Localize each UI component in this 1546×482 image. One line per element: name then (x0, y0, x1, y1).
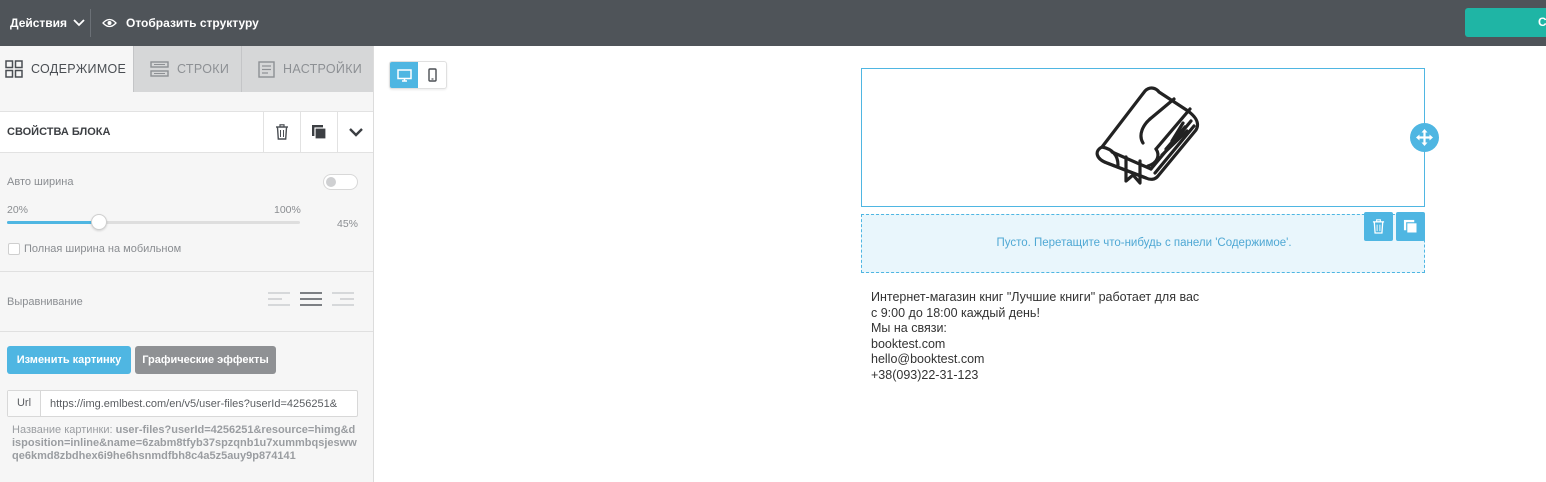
align-left-icon[interactable] (268, 292, 290, 311)
empty-drop-message: Пусто. Перетащите что-нибудь с панели 'С… (996, 237, 1292, 249)
info-line: Мы на связи: (871, 321, 947, 335)
actions-label: Действия (10, 16, 68, 30)
duplicate-row-button[interactable] (1396, 212, 1425, 241)
alignment-options (268, 292, 364, 311)
book-icon (1095, 86, 1200, 185)
info-line: Интернет-магазин книг "Лучшие книги" раб… (871, 290, 1200, 304)
image-name-label: Название картинки: (12, 424, 113, 436)
auto-width-label: Авто ширина (7, 176, 74, 188)
url-field-group: Url (7, 390, 358, 417)
tab-settings[interactable]: НАСТРОЙКИ (242, 46, 373, 92)
slider-min-label: 20% (7, 204, 29, 216)
chevron-down-icon (349, 127, 363, 137)
slider-value: 45% (337, 218, 359, 230)
divider (0, 331, 373, 332)
width-slider[interactable] (7, 214, 300, 230)
info-line: hello@booktest.com (871, 352, 985, 366)
tab-rows-label: СТРОКИ (177, 62, 230, 76)
image-name: Название картинки: user-files?userId=425… (12, 424, 357, 463)
block-properties-header: СВОЙСТВА БЛОКА (0, 111, 373, 153)
copy-icon (1403, 219, 1418, 234)
tab-content[interactable]: СОДЕРЖИМОЕ (0, 46, 133, 92)
desktop-icon (396, 68, 412, 82)
save-label: Сохранить (1538, 15, 1546, 29)
settings-doc-icon (258, 60, 275, 78)
grid-icon (5, 60, 23, 78)
trash-icon (1372, 219, 1385, 234)
eye-icon (102, 18, 117, 28)
image-block[interactable] (861, 68, 1425, 207)
device-switcher (389, 61, 447, 89)
align-right-icon[interactable] (332, 292, 354, 311)
trash-icon (276, 124, 288, 140)
move-arrows-icon (1416, 129, 1433, 146)
align-center-icon[interactable] (300, 292, 322, 311)
panel-tabs: СОДЕРЖИМОЕ СТРОКИ НАСТРОЙКИ (0, 46, 373, 92)
mobile-icon (427, 68, 437, 82)
save-button[interactable]: Сохранить (1465, 8, 1546, 37)
slider-handle[interactable] (91, 214, 107, 230)
left-panel: СОДЕРЖИМОЕ СТРОКИ НАСТРОЙКИ СВОЙСТВА БЛО… (0, 46, 374, 482)
show-structure-button[interactable]: Отобразить структуру (102, 0, 259, 46)
info-line: booktest.com (871, 336, 946, 351)
image-effects-button[interactable]: Графические эффекты (135, 346, 276, 374)
move-block-handle[interactable] (1410, 123, 1439, 152)
tab-settings-label: НАСТРОЙКИ (283, 62, 363, 76)
mobile-view-button[interactable] (418, 62, 446, 88)
empty-drop-zone[interactable]: Пусто. Перетащите что-нибудь с панели 'С… (861, 214, 1425, 273)
url-label: Url (8, 391, 41, 416)
store-info-text: Интернет-магазин книг "Лучшие книги" раб… (871, 290, 1199, 383)
slider-max-label: 100% (274, 204, 301, 216)
auto-width-toggle[interactable] (323, 174, 358, 190)
top-toolbar: Действия Отобразить структуру Сохранить (0, 0, 1546, 46)
actions-menu[interactable]: Действия (10, 0, 85, 46)
divider (0, 271, 373, 272)
toolbar-divider (90, 9, 91, 37)
chevron-down-icon (73, 19, 85, 27)
toggle-knob (326, 177, 336, 187)
rows-icon (150, 61, 169, 77)
info-line: с 9:00 до 18:00 каждый день! (871, 305, 1040, 320)
alignment-label: Выравнивание (7, 296, 83, 308)
change-image-button[interactable]: Изменить картинку (7, 346, 131, 374)
copy-icon (312, 125, 327, 140)
show-structure-label: Отобразить структуру (126, 16, 259, 30)
delete-block-button[interactable] (263, 112, 300, 152)
slider-fill (7, 221, 99, 224)
full-width-mobile-label: Полная ширина на мобильном (24, 243, 182, 255)
tab-content-label: СОДЕРЖИМОЕ (31, 62, 127, 76)
tab-rows[interactable]: СТРОКИ (134, 46, 241, 92)
full-width-mobile-checkbox[interactable] (8, 243, 20, 255)
url-input[interactable] (42, 391, 356, 416)
duplicate-block-button[interactable] (300, 112, 337, 152)
desktop-view-button[interactable] (390, 62, 418, 88)
delete-row-button[interactable] (1364, 212, 1393, 241)
collapse-block-button[interactable] (337, 112, 373, 152)
info-line: +38(093)22-31-123 (871, 367, 979, 382)
block-properties-title: СВОЙСТВА БЛОКА (7, 126, 111, 138)
